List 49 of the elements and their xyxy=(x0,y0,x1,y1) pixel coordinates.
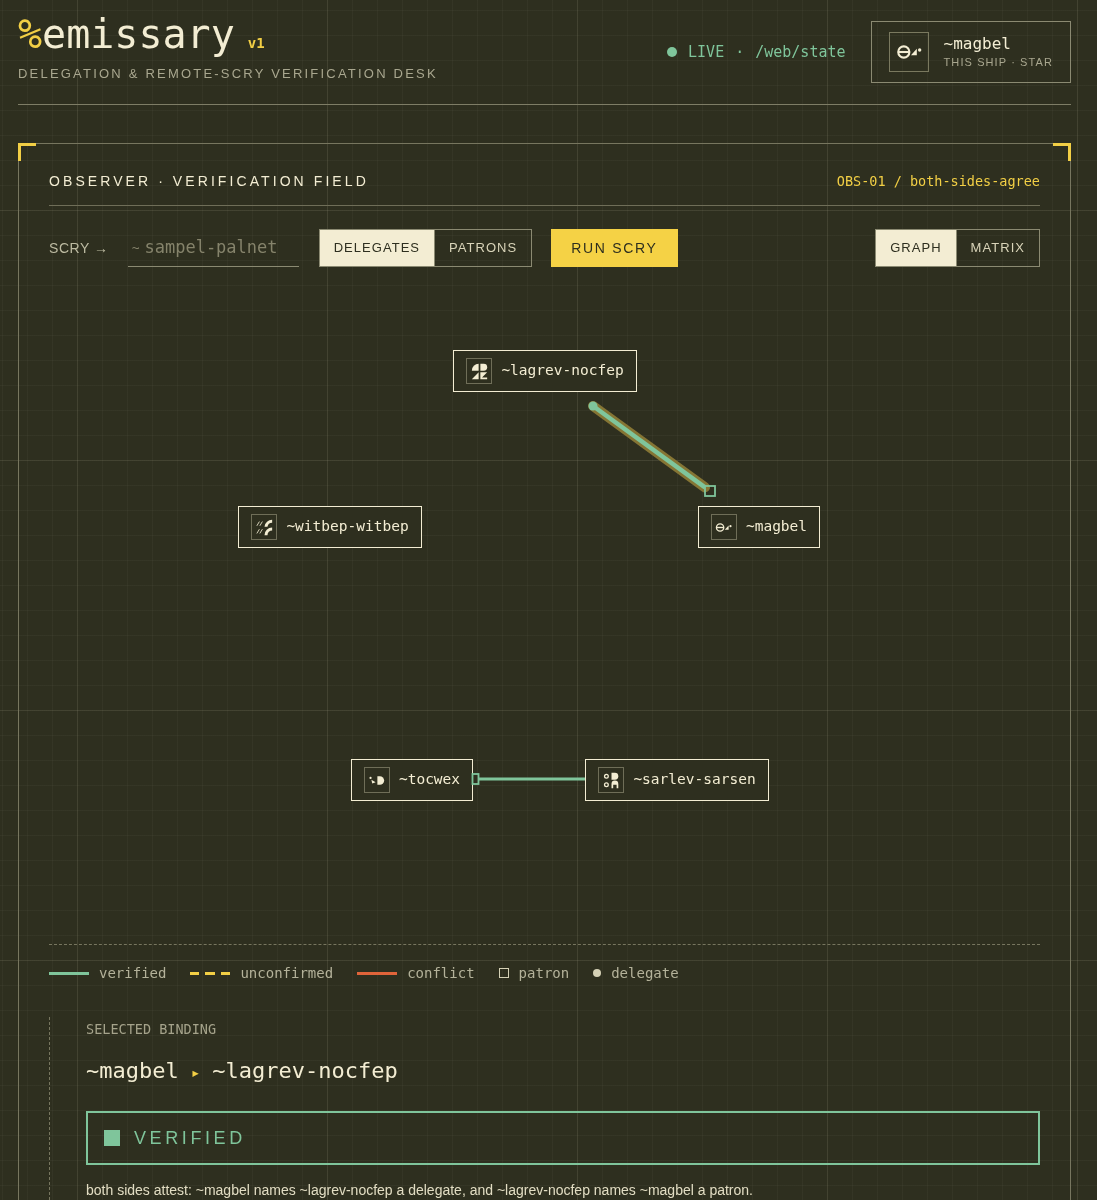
ship-node[interactable]: ~magbel xyxy=(698,506,820,548)
corner-bracket-icon xyxy=(1053,143,1071,161)
sigil-icon xyxy=(710,514,737,540)
status-separator: · xyxy=(735,41,745,63)
ship-node-name: ~magbel xyxy=(745,517,808,537)
status-square-icon xyxy=(104,1130,120,1146)
binding-title: ~magbel ▸ ~lagrev-nocfep xyxy=(86,1057,399,1085)
view-tab[interactable]: GRAPH xyxy=(875,229,957,267)
ship-name: ~magbel xyxy=(943,34,1012,54)
ship-input-field[interactable]: ~ sampel-palnet xyxy=(127,229,299,267)
legend-label: delegate xyxy=(611,963,679,983)
sigil-icon xyxy=(598,767,625,793)
state-path-label: /web/state xyxy=(755,41,846,63)
filter-tab[interactable]: PATRONS xyxy=(435,229,533,267)
ship-node[interactable]: ~tocwex xyxy=(351,759,473,801)
sigil-icon xyxy=(363,767,390,793)
scry-label: SCRY → xyxy=(49,238,109,258)
sigil-icon xyxy=(251,514,278,540)
binding-description: both sides attest: ~magbel names ~lagrev-nocfep a delegate, and ~lagrev-nocfep names ~magbel a patron. xyxy=(86,1181,754,1200)
panel-title: OBSERVER · VERIFICATION FIELD xyxy=(49,171,369,191)
binding-edge[interactable] xyxy=(588,401,716,497)
sigil-icon xyxy=(466,358,493,384)
ship-node-name: ~witbep-witbep xyxy=(286,517,409,537)
status-label: VERIFIED xyxy=(134,1126,246,1150)
panel-reference: OBS-01 / both-sides-agree xyxy=(836,171,1040,191)
section-label: SELECTED BINDING xyxy=(86,1020,218,1039)
ship-node[interactable]: ~sarlev-sarsen xyxy=(585,759,769,801)
legend-label: conflict xyxy=(407,963,475,983)
ship-node[interactable]: ~lagrev-nocfep xyxy=(453,350,637,392)
live-label: LIVE xyxy=(688,41,725,63)
corner-bracket-icon xyxy=(18,143,36,161)
tilde-prefix: ~ xyxy=(131,238,140,257)
subtitle: DELEGATION & REMOTE-SCRY VERIFICATION DESK xyxy=(18,66,438,82)
square-outline-icon xyxy=(498,968,509,978)
ship-node[interactable]: ~witbep-witbep xyxy=(238,506,422,548)
legend-label: verified xyxy=(99,963,167,983)
ship-role: THIS SHIP · STAR xyxy=(943,55,1053,70)
view-tab[interactable]: MATRIX xyxy=(956,229,1040,267)
legend-label: patron xyxy=(518,963,570,983)
ship-node-name: ~tocwex xyxy=(398,770,461,790)
run-scry-button[interactable]: RUN SCRY xyxy=(551,229,678,267)
version-label: v1 xyxy=(247,34,265,53)
ship-node-name: ~sarlev-sarsen xyxy=(633,770,756,790)
legend-label: unconfirmed xyxy=(240,963,334,983)
filter-tab[interactable]: DELEGATES xyxy=(318,229,436,267)
logo-wordmark: %emissary xyxy=(18,12,235,56)
ship-node-name: ~lagrev-nocfep xyxy=(501,361,624,381)
sigil-icon xyxy=(888,32,929,72)
binding-edge[interactable] xyxy=(471,773,585,785)
